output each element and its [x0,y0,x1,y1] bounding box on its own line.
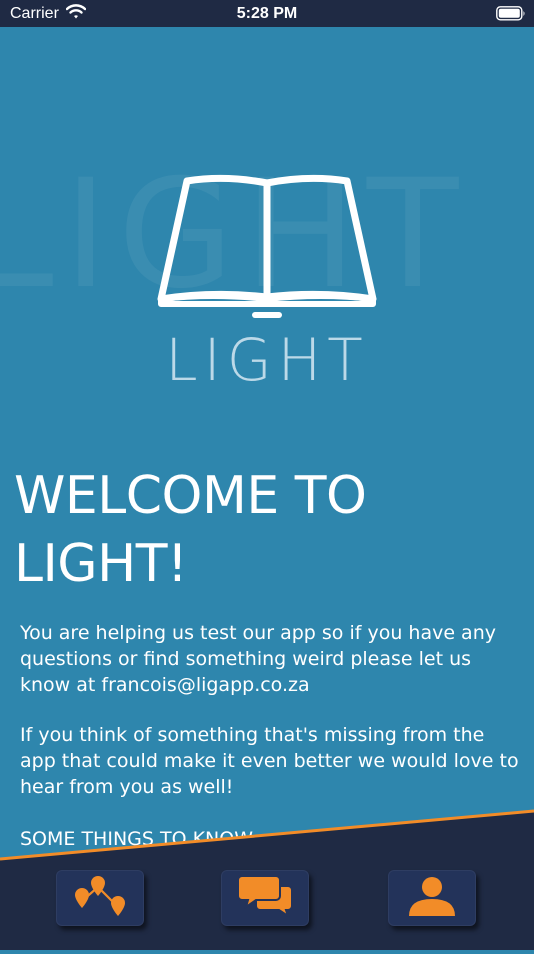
map-pins-icon [71,874,129,922]
battery-icon [496,6,526,26]
chat-bubbles-icon [236,874,294,922]
tab-map-button[interactable] [56,870,144,926]
tab-chat-button[interactable] [221,870,309,926]
welcome-paragraph-2: If you think of something that's missing… [20,724,519,798]
tab-profile-button[interactable] [388,870,476,926]
status-bar: Carrier 5:28 PM [0,0,534,27]
clock: 5:28 PM [236,5,298,22]
user-profile-icon [403,874,461,922]
welcome-paragraph-1: You are helping us test our app so if yo… [20,622,496,696]
welcome-title: WELCOME TO LIGHT! [14,466,367,594]
logo-wordmark: LIGHT [165,326,369,394]
open-book-icon [155,173,379,325]
